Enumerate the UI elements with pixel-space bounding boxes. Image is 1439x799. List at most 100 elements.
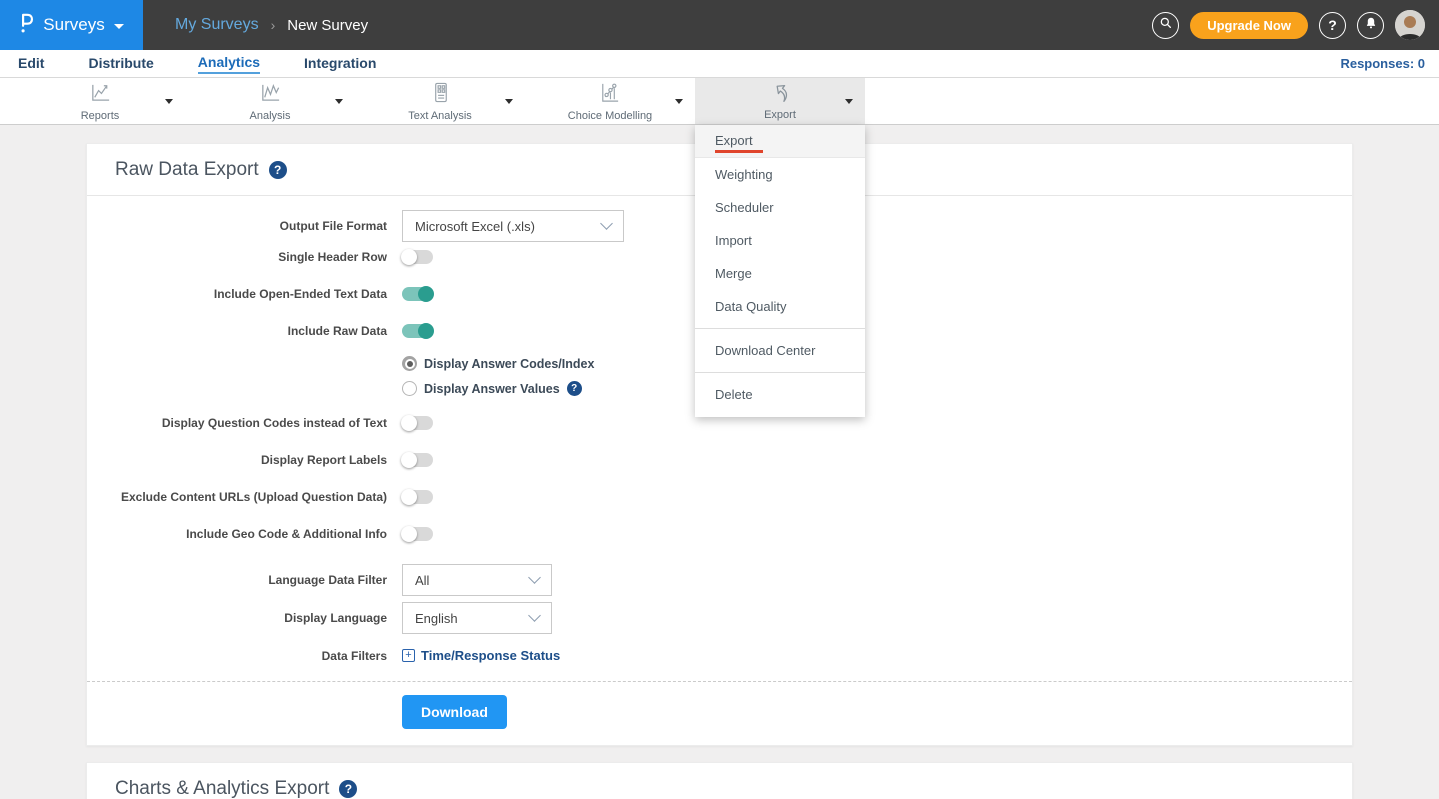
tab-edit[interactable]: Edit	[18, 55, 44, 73]
chevron-down-icon[interactable]	[505, 99, 513, 104]
report-labels-toggle[interactable]	[402, 453, 433, 467]
select-value: Microsoft Excel (.xls)	[415, 219, 535, 234]
breadcrumb-separator-icon: ›	[271, 17, 276, 33]
scatter-chart-icon	[598, 81, 621, 109]
select-value: All	[415, 573, 429, 588]
menu-item-label: Weighting	[715, 167, 773, 182]
topbar: Surveys My Surveys › New Survey Upgrade …	[0, 0, 1439, 50]
help-icon[interactable]: ?	[269, 161, 287, 179]
section-title: Charts & Analytics Export	[115, 778, 329, 799]
menu-item-weighting[interactable]: Weighting	[695, 158, 865, 191]
breadcrumb-my-surveys[interactable]: My Surveys	[175, 16, 259, 34]
field-label: Include Open-Ended Text Data	[87, 287, 387, 301]
document-grid-icon	[429, 81, 452, 109]
chevron-down-icon[interactable]	[675, 99, 683, 104]
chevron-down-icon[interactable]	[845, 99, 853, 104]
export-dropdown-menu: Export Weighting Scheduler Import Merge …	[695, 125, 865, 417]
toolbar-item-label: Reports	[81, 110, 120, 122]
radio-unselected-icon	[402, 381, 417, 396]
menu-item-label: Merge	[715, 266, 752, 281]
time-response-status-link[interactable]: + Time/Response Status	[402, 648, 560, 663]
upgrade-now-button[interactable]: Upgrade Now	[1190, 12, 1308, 39]
menu-item-scheduler[interactable]: Scheduler	[695, 191, 865, 224]
output-format-select[interactable]: Microsoft Excel (.xls)	[402, 210, 624, 242]
radio-answer-codes[interactable]: Display Answer Codes/Index	[402, 356, 1352, 371]
questionpro-logo-icon	[19, 12, 34, 39]
menu-divider	[695, 328, 865, 329]
link-label: Time/Response Status	[421, 648, 560, 663]
exclude-urls-toggle[interactable]	[402, 490, 433, 504]
toolbar-item-export[interactable]: Export	[695, 78, 865, 124]
help-button[interactable]: ?	[1319, 12, 1346, 39]
single-header-toggle[interactable]	[402, 250, 433, 264]
select-value: English	[415, 611, 458, 626]
chevron-down-icon[interactable]	[335, 99, 343, 104]
field-label: Display Language	[87, 611, 387, 625]
menu-item-data-quality[interactable]: Data Quality	[695, 290, 865, 323]
tab-analytics[interactable]: Analytics	[198, 54, 260, 74]
menu-item-label: Download Center	[715, 343, 815, 358]
raw-data-toggle[interactable]	[402, 324, 433, 338]
user-avatar[interactable]	[1395, 10, 1425, 40]
menu-item-import[interactable]: Import	[695, 224, 865, 257]
toolbar-item-label: Text Analysis	[408, 110, 472, 122]
toolbar-item-label: Choice Modelling	[568, 110, 652, 122]
toolbar-item-reports[interactable]: Reports	[15, 78, 185, 124]
form-row-geo-code: Include Geo Code & Additional Info	[87, 527, 1352, 541]
menu-item-label: Data Quality	[715, 299, 787, 314]
help-icon[interactable]: ?	[567, 381, 582, 396]
breadcrumb: My Surveys › New Survey	[175, 16, 368, 34]
topbar-actions: Upgrade Now ?	[1152, 10, 1425, 40]
answer-display-radio-group: Display Answer Codes/Index Display Answe…	[402, 356, 1352, 396]
help-icon[interactable]: ?	[339, 780, 357, 798]
line-chart-icon	[89, 81, 112, 109]
menu-item-download-center[interactable]: Download Center	[695, 334, 865, 367]
page-title: Raw Data Export	[115, 159, 259, 181]
product-switcher[interactable]: Surveys	[0, 0, 143, 50]
notifications-button[interactable]	[1357, 12, 1384, 39]
language-filter-select[interactable]: All	[402, 564, 552, 596]
field-label: Output File Format	[87, 219, 387, 233]
menu-item-delete[interactable]: Delete	[695, 378, 865, 411]
geo-code-toggle[interactable]	[402, 527, 433, 541]
chevron-down-icon[interactable]	[165, 99, 173, 104]
menu-item-label: Delete	[715, 387, 753, 402]
form-row-data-filters: Data Filters + Time/Response Status	[87, 648, 1352, 663]
radio-label: Display Answer Values	[424, 382, 560, 396]
field-label: Exclude Content URLs (Upload Question Da…	[87, 490, 387, 504]
search-icon	[1159, 16, 1173, 35]
menu-item-label: Scheduler	[715, 200, 774, 215]
menu-item-merge[interactable]: Merge	[695, 257, 865, 290]
chevron-down-icon	[528, 609, 541, 622]
chevron-down-icon	[528, 571, 541, 584]
download-button[interactable]: Download	[402, 695, 507, 729]
download-section: Download	[87, 682, 1352, 745]
menu-item-label: Export	[715, 130, 763, 153]
chevron-down-icon	[114, 24, 124, 29]
form-row-exclude-urls: Exclude Content URLs (Upload Question Da…	[87, 490, 1352, 504]
toolbar-item-analysis[interactable]: Analysis	[185, 78, 355, 124]
toolbar-item-choice-modelling[interactable]: Choice Modelling	[525, 78, 695, 124]
bell-icon	[1364, 16, 1378, 35]
menu-item-label: Import	[715, 233, 752, 248]
product-name: Surveys	[43, 15, 104, 35]
search-button[interactable]	[1152, 12, 1179, 39]
radio-answer-values[interactable]: Display Answer Values ?	[402, 381, 1352, 396]
responses-count: Responses: 0	[1340, 56, 1425, 71]
open-ended-toggle[interactable]	[402, 287, 433, 301]
tab-integration[interactable]: Integration	[304, 55, 376, 73]
menu-item-export[interactable]: Export	[695, 125, 865, 158]
question-codes-toggle[interactable]	[402, 416, 433, 430]
radio-selected-icon	[402, 356, 417, 371]
form-row-report-labels: Display Report Labels	[87, 453, 1352, 467]
charts-analytics-export-card: Charts & Analytics Export ?	[86, 762, 1353, 799]
field-label: Single Header Row	[87, 250, 387, 264]
display-language-select[interactable]: English	[402, 602, 552, 634]
field-label: Display Question Codes instead of Text	[87, 416, 387, 430]
tab-distribute[interactable]: Distribute	[88, 55, 153, 73]
toolbar-item-text-analysis[interactable]: Text Analysis	[355, 78, 525, 124]
breadcrumb-current: New Survey	[287, 17, 368, 34]
chevron-down-icon	[600, 217, 613, 230]
card-header: Charts & Analytics Export ?	[87, 763, 1352, 799]
form-row-language-filter: Language Data Filter All	[87, 564, 1352, 596]
